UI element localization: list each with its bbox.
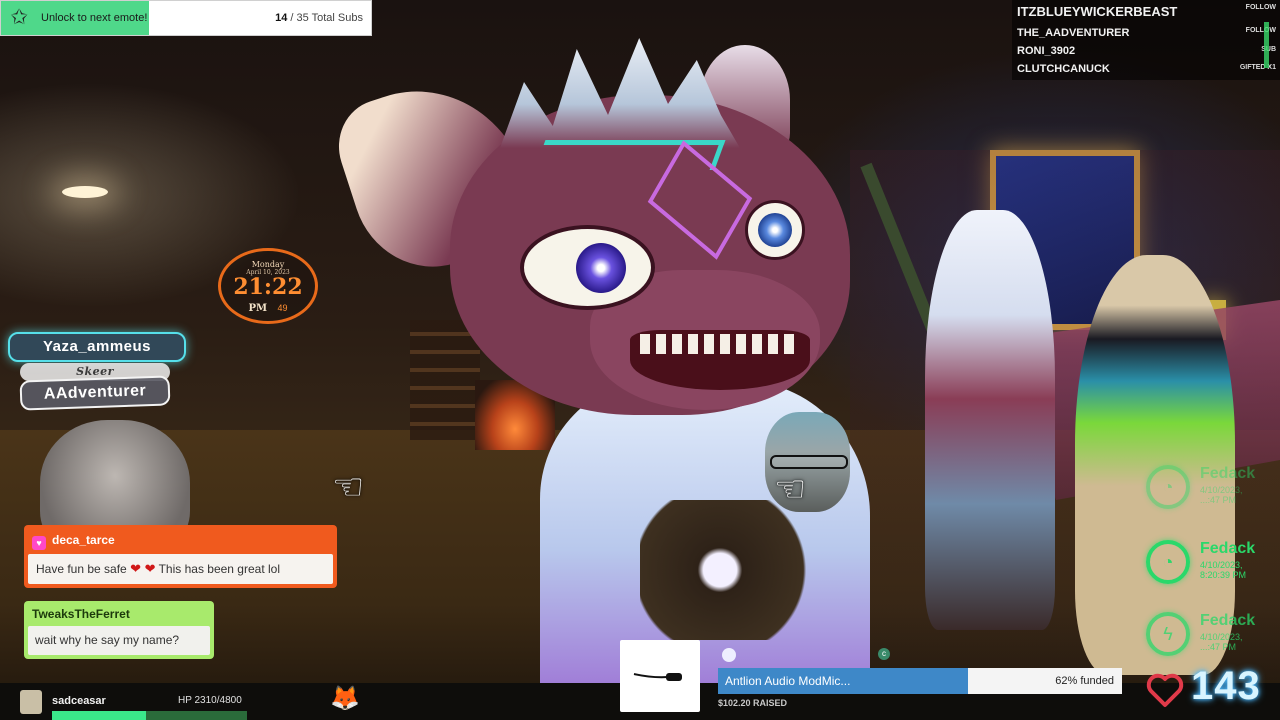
chat-username: TweaksTheFerret	[32, 607, 130, 621]
event-name: RONI_3902	[1017, 45, 1076, 57]
event-row: CLUTCHCANUCK GIFTED X1	[1017, 63, 1279, 79]
chat-username: deca_tarce	[52, 533, 115, 547]
main-avatar-teeth	[640, 334, 800, 354]
donation-goal-percent: 62% funded	[1055, 675, 1114, 687]
timer-name: Fedack	[1200, 540, 1256, 557]
sub-goal-label: Unlock to next emote!	[41, 12, 148, 24]
chat-message-text: Have fun be safe ❤ ❤ This has been great…	[28, 554, 333, 584]
clock-seconds: 49	[277, 303, 288, 313]
event-type: FOLLOW	[1245, 4, 1276, 11]
star-icon: ✩	[10, 6, 28, 29]
sub-goal-current: 14	[275, 12, 288, 24]
timer-name: Fedack	[1200, 465, 1256, 482]
ceiling-lamp	[62, 186, 108, 198]
event-name: ITZBLUEYWICKERBEAST	[1017, 4, 1178, 19]
timer-date: 4/10/2023, ...:47 PM	[1200, 485, 1280, 505]
timer-date-line1: 4/10/2023,	[1200, 560, 1243, 570]
chat-header: ♥ deca_tarce	[32, 530, 115, 550]
main-avatar-hair	[500, 38, 740, 148]
lightning-icon: ϟ	[1163, 624, 1173, 644]
timer-date-line2: 8:20:39 PM	[1200, 570, 1247, 580]
mic-cable-icon	[633, 673, 682, 681]
chat-message: ♥ deca_tarce Have fun be safe ❤ ❤ This ha…	[24, 525, 337, 588]
hp-bar	[52, 711, 247, 720]
event-row: THE_AADVENTURER FOLLOW	[1017, 27, 1279, 43]
chat-message: TweaksTheFerret wait why he say my name?	[24, 601, 214, 659]
vr-hand-pointer-right-icon: ☜	[774, 468, 807, 509]
event-type: FOLLOW	[1245, 27, 1276, 34]
fox-mascot-icon: 🦊	[330, 685, 360, 712]
avatar-harness	[640, 500, 840, 640]
main-avatar-left-eye	[520, 225, 655, 310]
nameplate-aadventurer: AAdventurer	[19, 375, 171, 411]
clock-day: Monday	[251, 260, 285, 269]
sub-goal-widget: ✩ Unlock to next emote! 14 / 35 Total Su…	[0, 0, 372, 36]
hp-bar-fill	[52, 711, 146, 720]
chat-user-badge-icon: ♥	[32, 536, 46, 550]
small-avatar-glasses	[770, 455, 848, 469]
sub-goal-count: 14 / 35 Total Subs	[275, 1, 363, 36]
clock-ampm: PM	[248, 303, 268, 314]
clock-icon: ◔	[1162, 552, 1174, 572]
clock-icon: ◔	[1162, 477, 1174, 497]
hp-username: sadceasar	[52, 695, 106, 707]
timer-date: 4/10/2023, ...:47 PM	[1200, 632, 1280, 652]
chat-text-start: Have fun be safe	[36, 562, 131, 576]
event-row: ITZBLUEYWICKERBEAST FOLLOW	[1017, 4, 1279, 24]
vr-hand-pointer-left-icon: ☜	[332, 466, 365, 507]
hp-user-avatar	[20, 690, 42, 714]
donation-goal-label: Antlion Audio ModMic...	[725, 674, 851, 688]
timer-date-line1: 4/10/2023,	[1200, 485, 1243, 495]
letter-c-icon: c	[878, 648, 890, 660]
nameplate-yaza: Yaza_ammeus	[8, 332, 186, 362]
recent-events-panel: ITZBLUEYWICKERBEAST FOLLOW THE_AADVENTUR…	[1012, 0, 1280, 80]
heart-emote-icon: ❤ ❤	[130, 561, 156, 576]
chat-message-text: wait why he say my name?	[28, 626, 210, 655]
bookshelf	[410, 320, 480, 440]
wolf-avatar	[925, 210, 1055, 630]
chat-text-end: This has been great lol	[155, 562, 280, 576]
timer-date-line2: ...:47 PM	[1200, 642, 1237, 652]
heart-count-number: 143	[1191, 664, 1261, 708]
hp-value: HP 2310/4800	[178, 695, 242, 706]
event-row: RONI_3902 SUB	[1017, 45, 1279, 61]
main-avatar-right-eye	[745, 200, 805, 260]
mini-avatar-icon	[722, 648, 736, 662]
donation-goal-image	[620, 640, 700, 712]
donation-raised: $102.20 RAISED	[718, 698, 788, 708]
event-name: CLUTCHCANUCK	[1017, 63, 1110, 75]
timer-name: Fedack	[1200, 612, 1256, 629]
clock-time: 21:22	[233, 274, 303, 300]
world-clock: Monday April 10, 2023 21:22 PM 49	[218, 248, 318, 324]
donation-goal-bar: Antlion Audio ModMic... 62% funded	[718, 668, 1122, 694]
timer-date-line1: 4/10/2023,	[1200, 632, 1243, 642]
sub-goal-total: / 35 Total Subs	[287, 12, 363, 24]
timer-date: 4/10/2023, 8:20:39 PM	[1200, 560, 1280, 580]
timer-date-line2: ...:47 PM	[1200, 495, 1237, 505]
heart-icon	[1146, 673, 1184, 707]
event-type: GIFTED X1	[1239, 64, 1276, 71]
events-accent-bar	[1264, 22, 1269, 68]
event-name: THE_AADVENTURER	[1017, 27, 1130, 39]
